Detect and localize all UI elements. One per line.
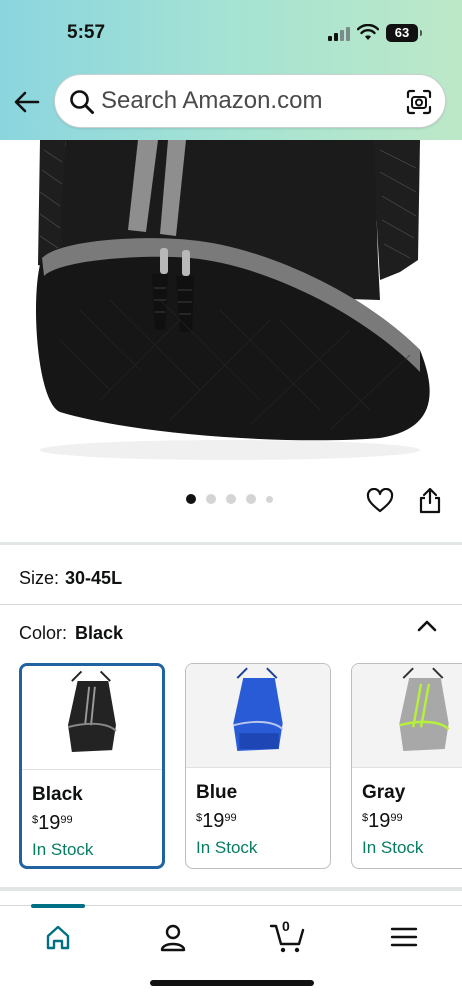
active-tab-indicator bbox=[31, 904, 85, 908]
cart-count: 0 bbox=[282, 918, 290, 934]
swatch-price: $1999 bbox=[32, 812, 73, 834]
swatch-thumbnail bbox=[352, 664, 462, 768]
swatch-thumbnail bbox=[186, 664, 330, 768]
cellular-signal-icon bbox=[328, 27, 350, 41]
search-icon bbox=[70, 90, 94, 114]
stock-status: In Stock bbox=[362, 838, 424, 857]
arrow-left-icon[interactable] bbox=[12, 90, 42, 114]
color-selector-header[interactable]: Color: Black bbox=[19, 623, 123, 644]
camera-scan-icon[interactable] bbox=[405, 88, 433, 116]
chevron-up-icon[interactable] bbox=[416, 616, 438, 636]
swatch-name: Gray bbox=[362, 782, 406, 803]
carousel-dot[interactable] bbox=[246, 494, 256, 504]
carousel-dot[interactable] bbox=[226, 494, 236, 504]
size-label: Size: bbox=[19, 568, 60, 588]
swatch-name: Black bbox=[32, 784, 83, 805]
section-divider bbox=[0, 542, 462, 545]
swatch-thumbnail bbox=[22, 666, 162, 770]
cart-button[interactable]: 0 bbox=[268, 918, 308, 954]
color-swatch-list: Black $1999 In Stock Blue $1999 In Stock… bbox=[19, 663, 462, 869]
color-label: Color: bbox=[19, 623, 68, 643]
account-icon[interactable] bbox=[153, 920, 193, 954]
swatch-blue[interactable]: Blue $1999 In Stock bbox=[185, 663, 331, 869]
heart-icon[interactable] bbox=[366, 488, 394, 514]
swatch-black[interactable]: Black $1999 In Stock bbox=[19, 663, 165, 869]
section-divider bbox=[0, 604, 462, 605]
stock-status: In Stock bbox=[32, 840, 94, 859]
home-icon[interactable] bbox=[38, 920, 78, 954]
swatch-price: $1999 bbox=[196, 810, 237, 832]
wifi-icon bbox=[357, 24, 379, 40]
status-bar: 5:57 63 bbox=[0, 0, 462, 66]
carousel-dot[interactable] bbox=[266, 495, 273, 503]
swatch-gray[interactable]: Gray $1999 In Stock bbox=[351, 663, 462, 869]
product-image[interactable] bbox=[0, 140, 462, 480]
menu-icon[interactable] bbox=[384, 920, 424, 954]
carousel-dot[interactable] bbox=[186, 494, 196, 504]
share-icon[interactable] bbox=[417, 486, 443, 514]
swatch-price: $1999 bbox=[362, 810, 403, 832]
size-value: 30-45L bbox=[65, 568, 123, 588]
top-header: 5:57 63 bbox=[0, 0, 462, 140]
carousel-dot[interactable] bbox=[206, 494, 216, 504]
status-time: 5:57 bbox=[67, 22, 106, 43]
color-value: Black bbox=[75, 623, 124, 643]
size-selector[interactable]: Size: 30-45L bbox=[19, 568, 122, 589]
stock-status: In Stock bbox=[196, 838, 258, 857]
swatch-name: Blue bbox=[196, 782, 238, 803]
search-bar[interactable] bbox=[54, 74, 446, 128]
section-divider bbox=[0, 887, 462, 891]
battery-indicator: 63 bbox=[386, 24, 422, 42]
search-input[interactable] bbox=[101, 83, 391, 119]
home-indicator bbox=[150, 980, 314, 986]
